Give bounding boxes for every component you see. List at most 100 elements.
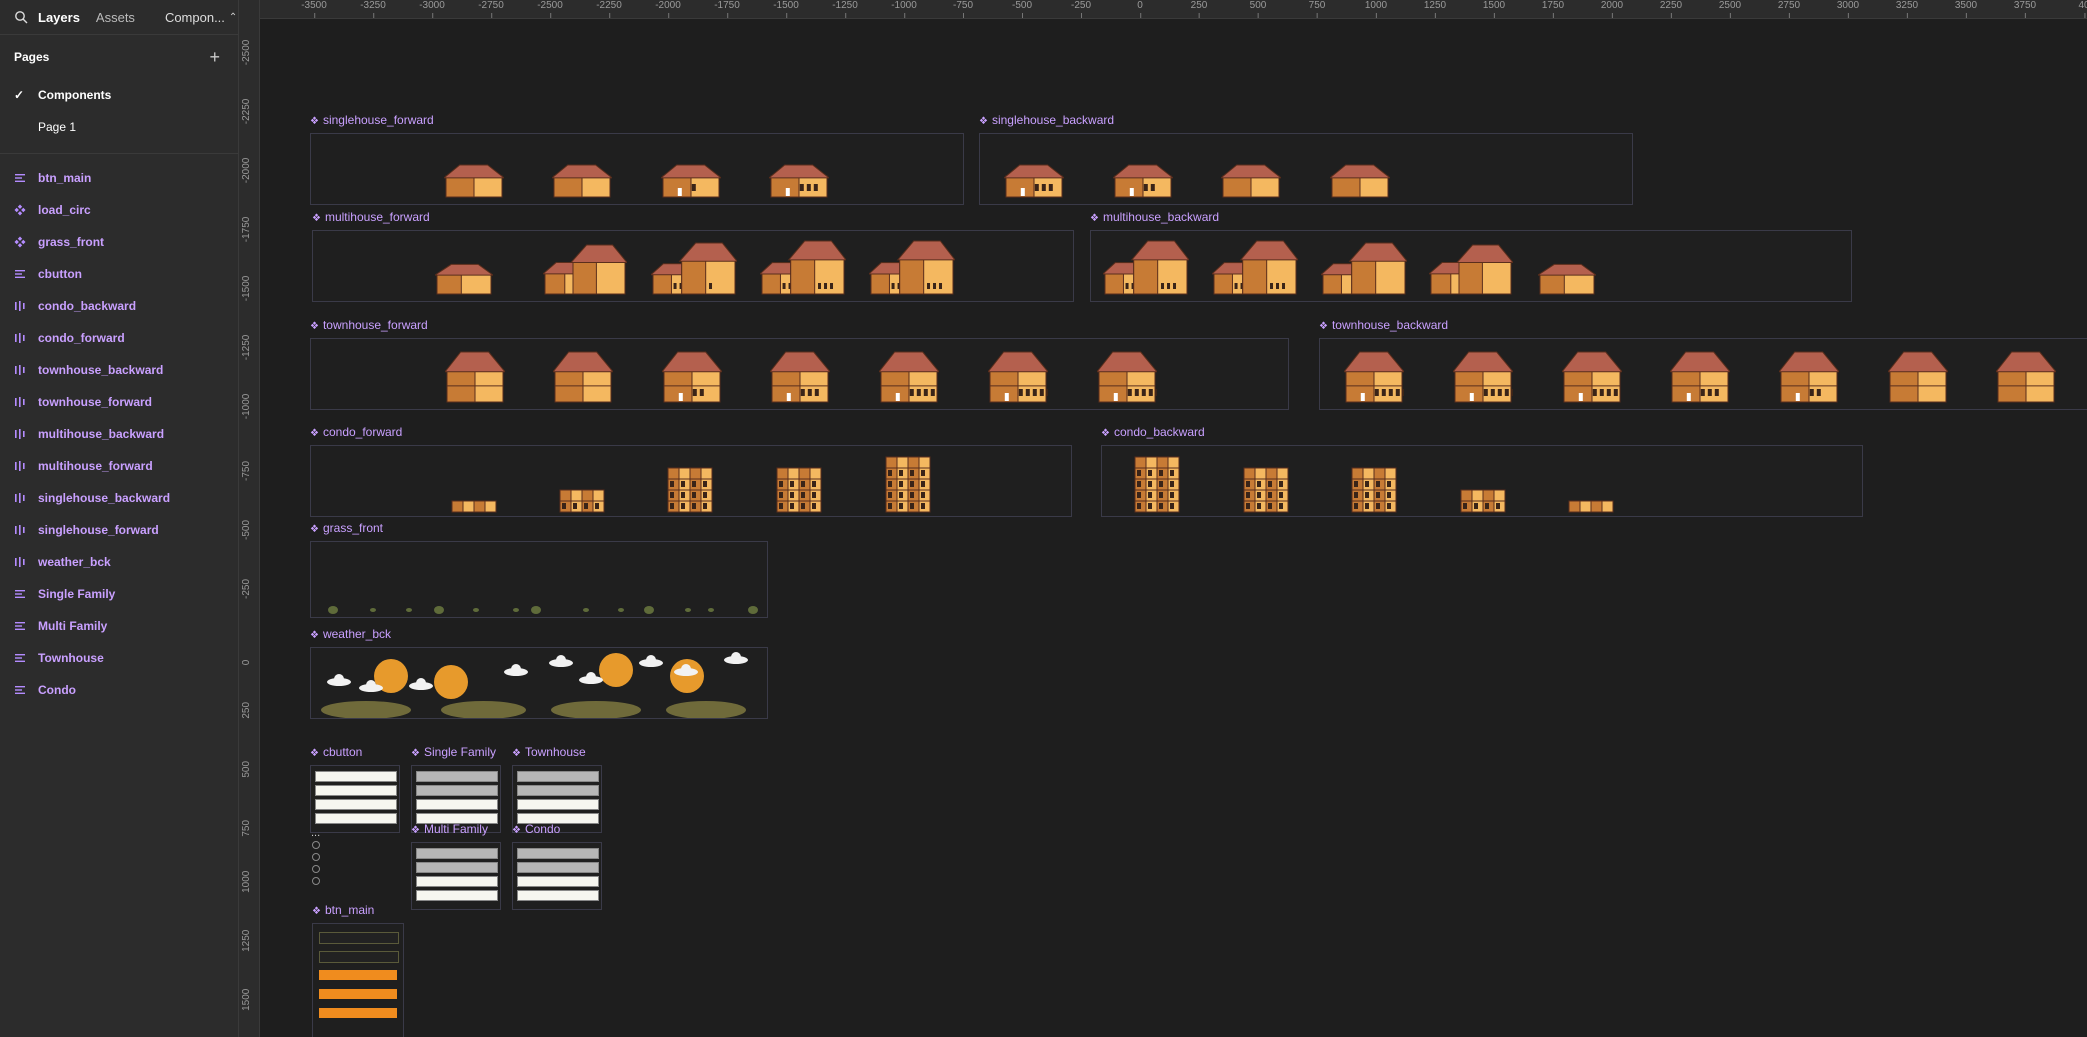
layer-item-singlehouse-backward[interactable]: singlehouse_backward xyxy=(0,482,238,514)
frame-condo[interactable] xyxy=(512,842,602,910)
frame-label-multihouse-forward[interactable]: ❖ multihouse_forward xyxy=(312,210,430,224)
form-field-preview[interactable] xyxy=(517,771,599,782)
design-canvas[interactable]: ❖ singlehouse_forward ❖ singlehouse_backwa… xyxy=(260,19,2087,1037)
multihouse-illustration[interactable] xyxy=(1212,240,1298,298)
frame-label-weather-bck[interactable]: ❖ weather_bck xyxy=(310,627,391,641)
layer-item-townhouse[interactable]: Townhouse xyxy=(0,642,238,674)
condo-illustration[interactable] xyxy=(559,489,605,513)
frame-multihouse-backward[interactable] xyxy=(1090,230,1852,302)
layer-item-btn-main[interactable]: btn_main xyxy=(0,162,238,194)
frame-label-multihouse-backward[interactable]: ❖ multihouse_backward xyxy=(1090,210,1219,224)
condo-illustration[interactable] xyxy=(1460,489,1506,513)
layer-item-townhouse-forward[interactable]: townhouse_forward xyxy=(0,386,238,418)
form-field-preview[interactable] xyxy=(416,848,498,859)
frame-label-condo-backward[interactable]: ❖ condo_backward xyxy=(1101,425,1205,439)
house-illustration[interactable] xyxy=(1221,163,1281,201)
grass-illustration[interactable] xyxy=(311,542,767,617)
house-illustration[interactable] xyxy=(1670,350,1730,406)
house-illustration[interactable] xyxy=(661,163,721,201)
house-illustration[interactable] xyxy=(1097,350,1157,406)
frame-label-townhouse[interactable]: ❖ Townhouse xyxy=(512,745,586,759)
form-field-preview[interactable] xyxy=(416,876,498,887)
multihouse-illustration[interactable] xyxy=(1538,260,1596,298)
frame-btn-main[interactable] xyxy=(312,923,404,1037)
frame-label-single-family[interactable]: ❖ Single Family xyxy=(411,745,496,759)
multihouse-illustration[interactable] xyxy=(435,260,493,298)
frame-label-multi-family[interactable]: ❖ Multi Family xyxy=(411,822,488,836)
house-illustration[interactable] xyxy=(1453,350,1513,406)
frame-label-singlehouse-forward[interactable]: ❖ singlehouse_forward xyxy=(310,113,434,127)
condo-illustration[interactable] xyxy=(667,467,713,513)
main-button-preview[interactable] xyxy=(319,932,399,944)
form-field-preview[interactable] xyxy=(416,890,498,901)
form-field-preview[interactable] xyxy=(517,848,599,859)
house-illustration[interactable] xyxy=(1113,163,1173,201)
house-illustration[interactable] xyxy=(1330,163,1390,201)
house-illustration[interactable] xyxy=(552,163,612,201)
search-icon[interactable] xyxy=(14,10,28,24)
page-item-page-1[interactable]: Page 1 xyxy=(0,111,238,143)
house-illustration[interactable] xyxy=(1004,163,1064,201)
layer-item-load-circ[interactable]: load_circ xyxy=(0,194,238,226)
form-field-preview[interactable] xyxy=(517,890,599,901)
multihouse-illustration[interactable] xyxy=(543,244,627,298)
house-illustration[interactable] xyxy=(879,350,939,406)
frame-condo-backward[interactable] xyxy=(1101,445,1863,517)
form-field-preview[interactable] xyxy=(416,785,498,796)
form-field-preview[interactable] xyxy=(517,876,599,887)
layer-item-singlehouse-forward[interactable]: singlehouse_forward xyxy=(0,514,238,546)
page-selector[interactable]: Compon... xyxy=(165,10,225,25)
form-field-preview[interactable] xyxy=(315,813,397,824)
form-field-preview[interactable] xyxy=(416,771,498,782)
house-illustration[interactable] xyxy=(1888,350,1948,406)
frame-cbutton[interactable] xyxy=(310,765,400,833)
multihouse-illustration[interactable] xyxy=(760,240,846,298)
frame-singlehouse-backward[interactable] xyxy=(979,133,1633,205)
frame-label-townhouse-forward[interactable]: ❖ townhouse_forward xyxy=(310,318,428,332)
multihouse-illustration[interactable] xyxy=(1103,240,1189,298)
house-illustration[interactable] xyxy=(1779,350,1839,406)
frame-condo-forward[interactable] xyxy=(310,445,1072,517)
frame-grass-front[interactable] xyxy=(310,541,768,618)
layer-item-condo[interactable]: Condo xyxy=(0,674,238,706)
page-item-components[interactable]: ✓ Components xyxy=(0,79,238,111)
layer-item-condo-backward[interactable]: condo_backward xyxy=(0,290,238,322)
house-illustration[interactable] xyxy=(662,350,722,406)
form-field-preview[interactable] xyxy=(315,771,397,782)
load-circ-group[interactable] xyxy=(310,841,324,889)
layer-item-townhouse-backward[interactable]: townhouse_backward xyxy=(0,354,238,386)
main-button-preview[interactable] xyxy=(319,951,399,963)
layer-item-multihouse-forward[interactable]: multihouse_forward xyxy=(0,450,238,482)
house-illustration[interactable] xyxy=(445,350,505,406)
multihouse-illustration[interactable] xyxy=(1429,244,1513,298)
form-field-preview[interactable] xyxy=(315,785,397,796)
frame-label-cbutton[interactable]: ❖ cbutton xyxy=(310,745,362,759)
house-illustration[interactable] xyxy=(988,350,1048,406)
frame-label-townhouse-backward[interactable]: ❖ townhouse_backward xyxy=(1319,318,1448,332)
condo-illustration[interactable] xyxy=(1134,456,1180,513)
house-illustration[interactable] xyxy=(1344,350,1404,406)
form-field-preview[interactable] xyxy=(416,799,498,810)
form-field-preview[interactable] xyxy=(517,799,599,810)
layer-item-weather-bck[interactable]: weather_bck xyxy=(0,546,238,578)
layer-item-cbutton[interactable]: cbutton xyxy=(0,258,238,290)
weather-illustration[interactable] xyxy=(311,648,767,719)
frame-townhouse-forward[interactable] xyxy=(310,338,1289,410)
condo-illustration[interactable] xyxy=(776,467,822,513)
chevron-up-icon[interactable]: ⌃ xyxy=(229,12,237,23)
frame-label-condo[interactable]: ❖ Condo xyxy=(512,822,560,836)
frame-multihouse-forward[interactable] xyxy=(312,230,1074,302)
house-illustration[interactable] xyxy=(1996,350,2056,406)
main-button-preview[interactable] xyxy=(319,1008,397,1018)
condo-illustration[interactable] xyxy=(1351,467,1397,513)
condo-illustration[interactable] xyxy=(1568,500,1614,513)
layer-item-multi-family[interactable]: Multi Family xyxy=(0,610,238,642)
layer-item-single-family[interactable]: Single Family xyxy=(0,578,238,610)
tab-layers[interactable]: Layers xyxy=(38,10,80,25)
house-illustration[interactable] xyxy=(770,350,830,406)
main-button-preview[interactable] xyxy=(319,970,397,980)
house-illustration[interactable] xyxy=(444,163,504,201)
multihouse-illustration[interactable] xyxy=(651,242,737,298)
frame-label-condo-forward[interactable]: ❖ condo_forward xyxy=(310,425,402,439)
condo-illustration[interactable] xyxy=(451,500,497,513)
